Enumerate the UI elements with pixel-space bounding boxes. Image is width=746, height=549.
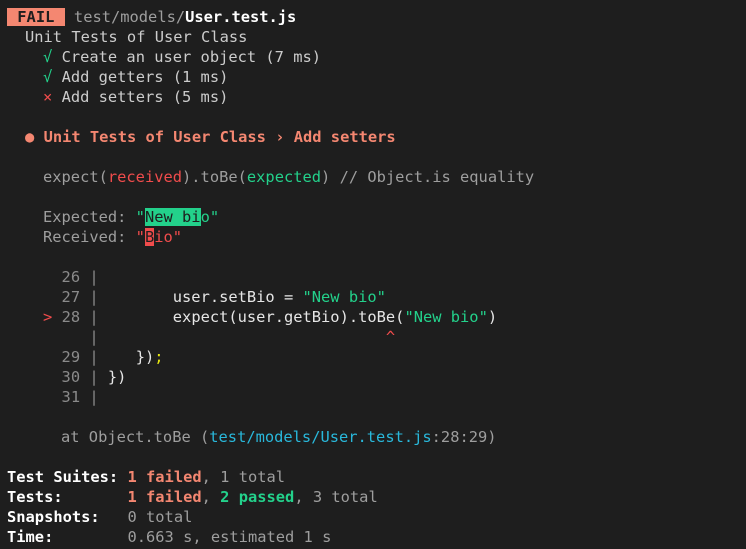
test-result-row: √ Create an user object (7 ms) — [43, 47, 321, 67]
test-path-prefix: test/models/ — [73, 8, 186, 26]
matcher-hint: expect(received).toBe(expected) // Objec… — [43, 168, 535, 186]
test-result-row: × Add setters (5 ms) — [43, 87, 228, 107]
pass-check-icon: √ — [43, 48, 53, 66]
failure-bullet-icon: ● — [25, 128, 35, 146]
failure-title: ● Unit Tests of User Class › Add setters — [25, 128, 396, 146]
summary-time: Time: 0.663 s, estimated 1 s — [7, 528, 332, 546]
code-line: 31 | — [61, 388, 99, 406]
test-file-name: User.test.js — [185, 8, 297, 26]
code-line: 29 | }); — [61, 348, 164, 366]
test-result-row: √ Add getters (1 ms) — [43, 67, 228, 87]
test-label: Add setters (5 ms) — [61, 88, 229, 106]
summary-snapshots: Snapshots: 0 total — [7, 508, 193, 526]
code-line: 30 | }) — [61, 368, 127, 386]
code-line-caret: | ^ — [43, 328, 396, 346]
stack-file-link[interactable]: test/models/User.test.js — [209, 428, 431, 446]
terminal: FAIL test/models/User.test.js Unit Tests… — [0, 0, 746, 549]
expected-value: Expected: "New bio" — [43, 208, 220, 226]
error-caret-icon: ^ — [385, 328, 396, 346]
summary-tests: Tests: 1 failed, 2 passed, 3 total — [7, 488, 378, 506]
fail-badge: FAIL — [7, 8, 65, 26]
code-line: 27 | user.setBio = "New bio" — [61, 288, 386, 306]
test-label: Create an user object (7 ms) — [61, 48, 322, 66]
received-value: Received: "Bio" — [43, 228, 183, 246]
suite-title: Unit Tests of User Class — [25, 28, 248, 46]
test-label: Add getters (1 ms) — [61, 68, 229, 86]
summary-suites: Test Suites: 1 failed, 1 total — [7, 468, 286, 486]
stack-location: at Object.toBe (test/models/User.test.js… — [61, 428, 497, 446]
fail-cross-icon: × — [43, 88, 53, 106]
test-file-header: FAIL test/models/User.test.js — [7, 7, 296, 27]
pass-check-icon: √ — [43, 68, 53, 86]
code-line: 26 | — [61, 268, 99, 286]
code-line-current: > 28 | expect(user.getBio).toBe("New bio… — [43, 308, 498, 326]
current-line-pointer-icon: > — [43, 308, 53, 326]
